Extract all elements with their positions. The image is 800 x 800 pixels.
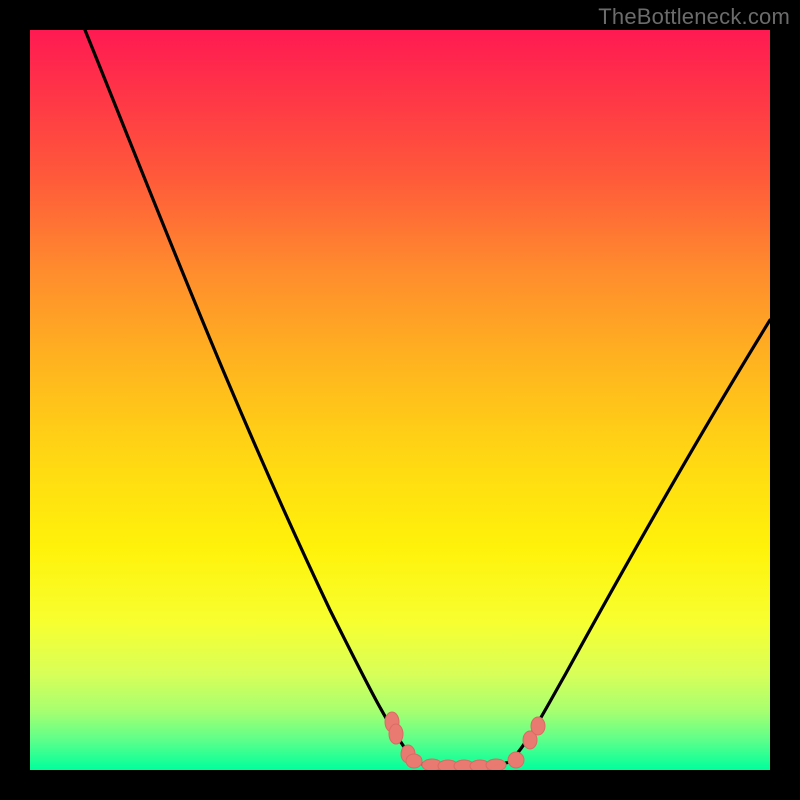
plot-area	[30, 30, 770, 770]
v-curve	[85, 30, 770, 766]
chart-overlay	[30, 30, 770, 770]
chart-frame: TheBottleneck.com	[0, 0, 800, 800]
watermark-text: TheBottleneck.com	[598, 4, 790, 30]
trough-markers	[385, 712, 545, 770]
